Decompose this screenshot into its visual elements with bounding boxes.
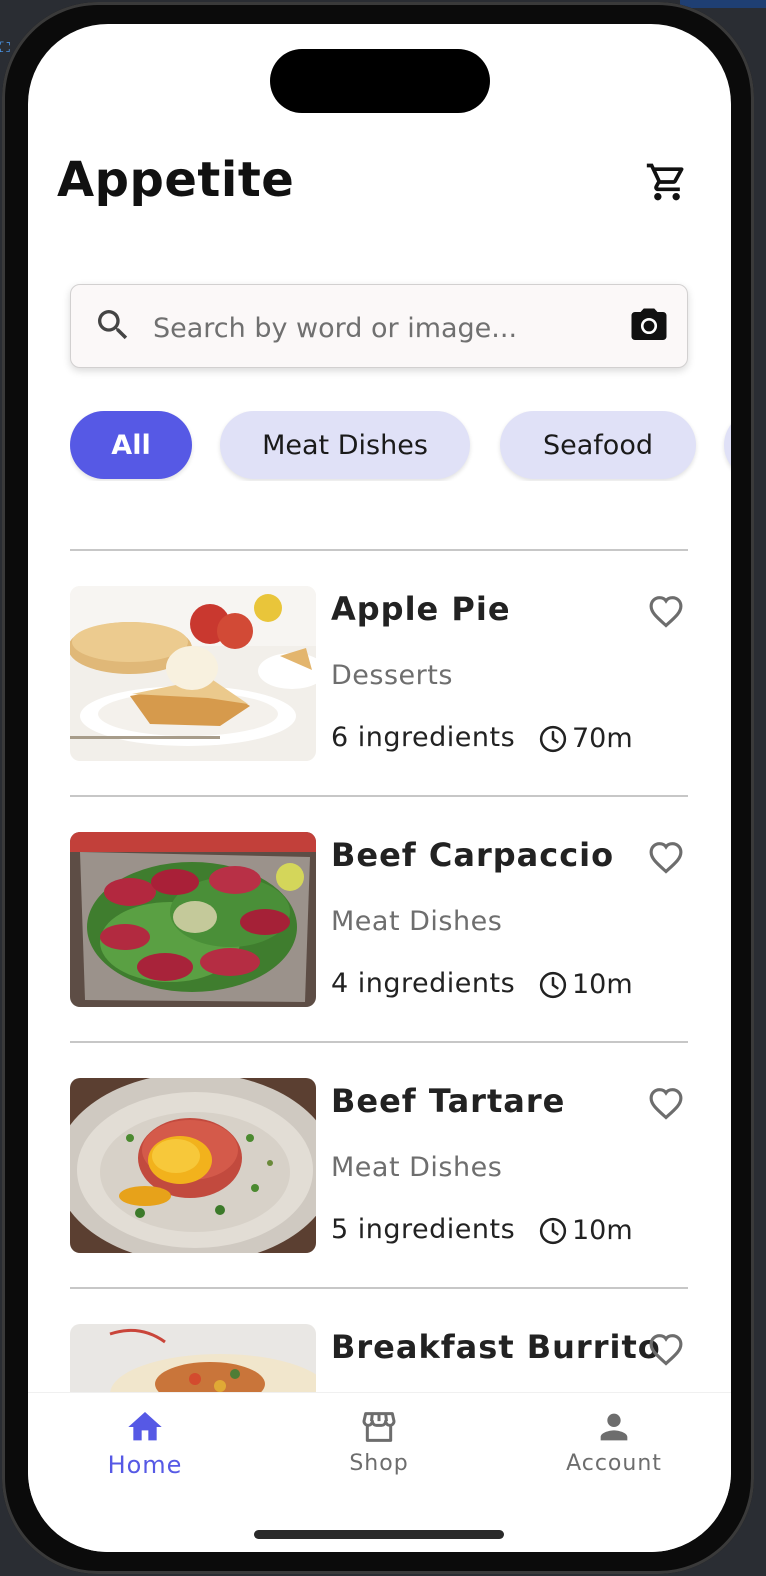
recipe-ingredients: 4 ingredients xyxy=(331,968,516,999)
recipe-image-beef-carpaccio xyxy=(70,832,316,1007)
divider xyxy=(70,549,688,551)
recipe-name: Breakfast Burrito xyxy=(331,1328,661,1366)
recipe-image-beef-tartare xyxy=(70,1078,316,1253)
search-input[interactable] xyxy=(151,305,615,351)
home-icon xyxy=(128,1412,162,1441)
nav-label-shop: Shop xyxy=(349,1451,409,1476)
recipe-ingredients: 6 ingredients xyxy=(331,722,516,753)
chip-meat-dishes[interactable]: Meat Dishes xyxy=(220,411,470,479)
person-icon xyxy=(600,1413,628,1441)
nav-label-account: Account xyxy=(566,1451,662,1476)
recipe-name: Beef Carpaccio xyxy=(331,836,615,874)
recipe-name: Apple Pie xyxy=(331,590,511,628)
recipe-time: 10m xyxy=(572,969,633,1000)
app-title: Appetite xyxy=(57,152,295,208)
recipe-image-breakfast-burrito xyxy=(70,1324,316,1392)
cart-icon[interactable] xyxy=(645,160,689,204)
favorite-heart-icon[interactable] xyxy=(644,1328,688,1370)
favorite-heart-icon[interactable] xyxy=(644,590,688,632)
recipe-time: 10m xyxy=(572,1215,633,1246)
nav-item-account[interactable]: Account xyxy=(534,1407,694,1487)
search-bar xyxy=(70,284,688,368)
bottom-navigation: Home Shop Account xyxy=(28,1392,731,1552)
home-indicator[interactable] xyxy=(254,1530,504,1539)
chip-seafood[interactable]: Seafood xyxy=(500,411,696,479)
dynamic-island xyxy=(270,49,490,113)
recipe-item-beef-tartare[interactable]: Beef Tartare Meat Dishes 5 ingredients 1… xyxy=(70,1078,688,1253)
phone-frame: Appetite All Meat Dishes Seafood xyxy=(2,2,754,1574)
background-window-strip xyxy=(680,0,766,8)
app-screen: Appetite All Meat Dishes Seafood xyxy=(28,24,731,1552)
clock-icon xyxy=(539,971,567,998)
divider xyxy=(70,795,688,797)
chip-all[interactable]: All xyxy=(70,411,192,479)
nav-item-shop[interactable]: Shop xyxy=(299,1407,459,1487)
recipe-image-apple-pie xyxy=(70,586,316,761)
recipe-list[interactable]: Appetite All Meat Dishes Seafood xyxy=(28,24,731,1392)
recipe-item-apple-pie[interactable]: Apple Pie Desserts 6 ingredients 70m xyxy=(70,586,688,761)
divider xyxy=(70,1041,688,1043)
recipe-time-group: 10m xyxy=(538,1215,633,1246)
recipe-time-group: 10m xyxy=(538,969,633,1000)
recipe-category: Meat Dishes xyxy=(331,906,503,937)
nav-label-home: Home xyxy=(107,1451,183,1479)
clock-icon xyxy=(539,1217,567,1244)
clock-icon xyxy=(539,725,567,752)
camera-icon[interactable] xyxy=(627,305,671,347)
favorite-heart-icon[interactable] xyxy=(644,836,688,878)
recipe-time: 70m xyxy=(572,723,633,754)
recipe-item-breakfast-burrito[interactable]: Breakfast Burrito xyxy=(70,1324,688,1392)
recipe-time-group: 70m xyxy=(538,723,633,754)
nav-item-home[interactable]: Home xyxy=(65,1407,225,1487)
divider xyxy=(70,1287,688,1289)
recipe-category: Meat Dishes xyxy=(331,1152,503,1183)
recipe-name: Beef Tartare xyxy=(331,1082,566,1120)
chip-next[interactable] xyxy=(724,411,731,479)
storefront-icon xyxy=(362,1412,396,1442)
recipe-ingredients: 5 ingredients xyxy=(331,1214,516,1245)
favorite-heart-icon[interactable] xyxy=(644,1082,688,1124)
recipe-item-beef-carpaccio[interactable]: Beef Carpaccio Meat Dishes 4 ingredients… xyxy=(70,832,688,1007)
recipe-category: Desserts xyxy=(331,660,453,691)
search-icon xyxy=(98,310,128,340)
category-chips: All Meat Dishes Seafood xyxy=(70,411,731,481)
